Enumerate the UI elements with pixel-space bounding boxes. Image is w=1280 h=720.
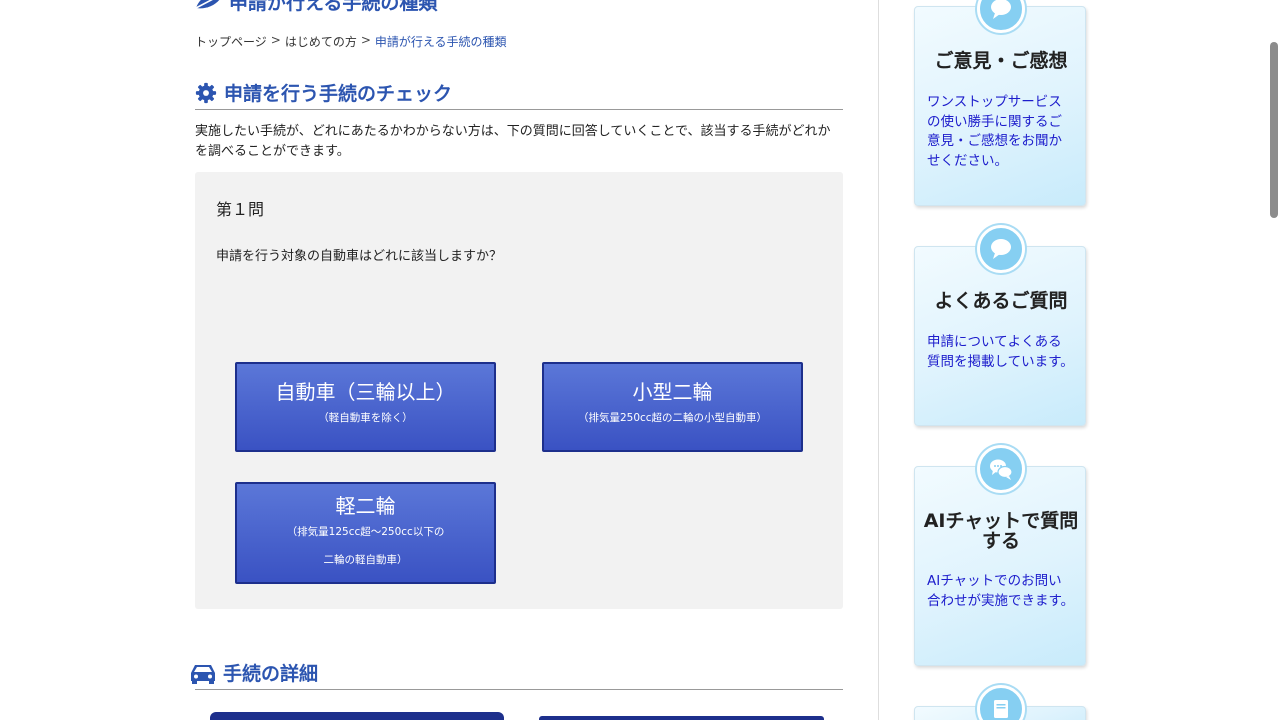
choice-small-motorcycle-button[interactable]: 小型二輪 （排気量250cc超の二輪の小型自動車） bbox=[542, 362, 803, 452]
breadcrumb-beginner[interactable]: はじめての方 bbox=[285, 33, 357, 50]
choice-label: 小型二輪 bbox=[632, 380, 713, 404]
choice-sub-label: （軽自動車を除く） bbox=[318, 412, 413, 424]
book-icon bbox=[977, 685, 1025, 720]
detail-section-heading: 手続の詳細 bbox=[191, 656, 843, 690]
ai-chat-card[interactable]: AIチャットで質問する AIチャットでのお問い合わせが実施できます。 bbox=[914, 445, 1086, 666]
check-intro-text: 実施したい手続が、どれにあたるかわからない方は、下の質問に回答していくことで、該… bbox=[195, 124, 831, 159]
card-description: AIチャットでのお問い合わせが実施できます。 bbox=[927, 573, 1075, 609]
choice-label: 軽二輪 bbox=[335, 494, 396, 518]
breadcrumb: トップページ > はじめての方 > 申請が行える手続の種類 bbox=[195, 33, 507, 50]
choice-automobile-button[interactable]: 自動車（三輪以上） （軽自動車を除く） bbox=[235, 362, 496, 452]
column-divider bbox=[878, 0, 879, 720]
question-box: 第１問 申請を行う対象の自動車はどれに該当しますか？ 自動車（三輪以上） （軽自… bbox=[195, 172, 843, 609]
choice-sub-label: （排気量250cc超の二輪の小型自動車） bbox=[577, 412, 768, 424]
detail-card[interactable] bbox=[539, 716, 824, 720]
chat-bubbles-icon bbox=[977, 445, 1025, 493]
feedback-card[interactable]: ご意見・ご感想 ワンストップサービスの使い勝手に関するご意見・ご感想をお聞かせく… bbox=[914, 0, 1086, 206]
choice-light-motorcycle-button[interactable]: 軽二輪 （排気量125cc超～250cc以下の 二輪の軽自動車） bbox=[235, 482, 496, 584]
breadcrumb-current: 申請が行える手続の種類 bbox=[374, 35, 507, 49]
check-section-title: 申請を行う手続のチェック bbox=[224, 83, 453, 105]
breadcrumb-top[interactable]: トップページ bbox=[195, 33, 267, 50]
detail-section-title: 手続の詳細 bbox=[223, 663, 319, 685]
card-title: ご意見・ご感想 bbox=[934, 50, 1068, 72]
page-heading: 申請が行える手続の種類 bbox=[195, 0, 437, 14]
main-content: 申請が行える手続の種類 トップページ > はじめての方 > 申請が行える手続の種… bbox=[191, 0, 843, 720]
speech-bubble-icon bbox=[977, 225, 1025, 273]
choice-sub-label: 二輪の軽自動車） bbox=[323, 554, 408, 566]
speech-bubble-icon bbox=[977, 0, 1025, 33]
check-section-heading: 申請を行う手続のチェック bbox=[195, 76, 843, 110]
manual-card[interactable] bbox=[914, 685, 1086, 720]
breadcrumb-separator: > bbox=[360, 33, 371, 47]
leaf-icon bbox=[195, 0, 220, 9]
detail-card[interactable] bbox=[210, 712, 504, 720]
choice-label: 自動車（三輪以上） bbox=[275, 380, 456, 404]
gear-icon bbox=[195, 82, 217, 103]
breadcrumb-separator: > bbox=[270, 33, 281, 47]
question-number: 第１問 bbox=[216, 200, 265, 219]
card-title: AIチャットで質問する bbox=[923, 510, 1079, 552]
choice-sub-label: （排気量125cc超～250cc以下の bbox=[286, 526, 445, 538]
faq-card[interactable]: よくあるご質問 申請についてよくある質問を掲載しています。 bbox=[914, 225, 1086, 426]
card-description: ワンストップサービスの使い勝手に関するご意見・ご感想をお聞かせください。 bbox=[927, 94, 1062, 169]
scrollbar-thumb[interactable] bbox=[1270, 42, 1278, 218]
card-description: 申請についてよくある質問を掲載しています。 bbox=[927, 334, 1074, 370]
card-title: よくあるご質問 bbox=[934, 290, 1068, 312]
page-heading-text: 申請が行える手続の種類 bbox=[229, 0, 438, 14]
question-text: 申請を行う対象の自動車はどれに該当しますか？ bbox=[216, 249, 503, 264]
car-icon bbox=[191, 664, 215, 684]
